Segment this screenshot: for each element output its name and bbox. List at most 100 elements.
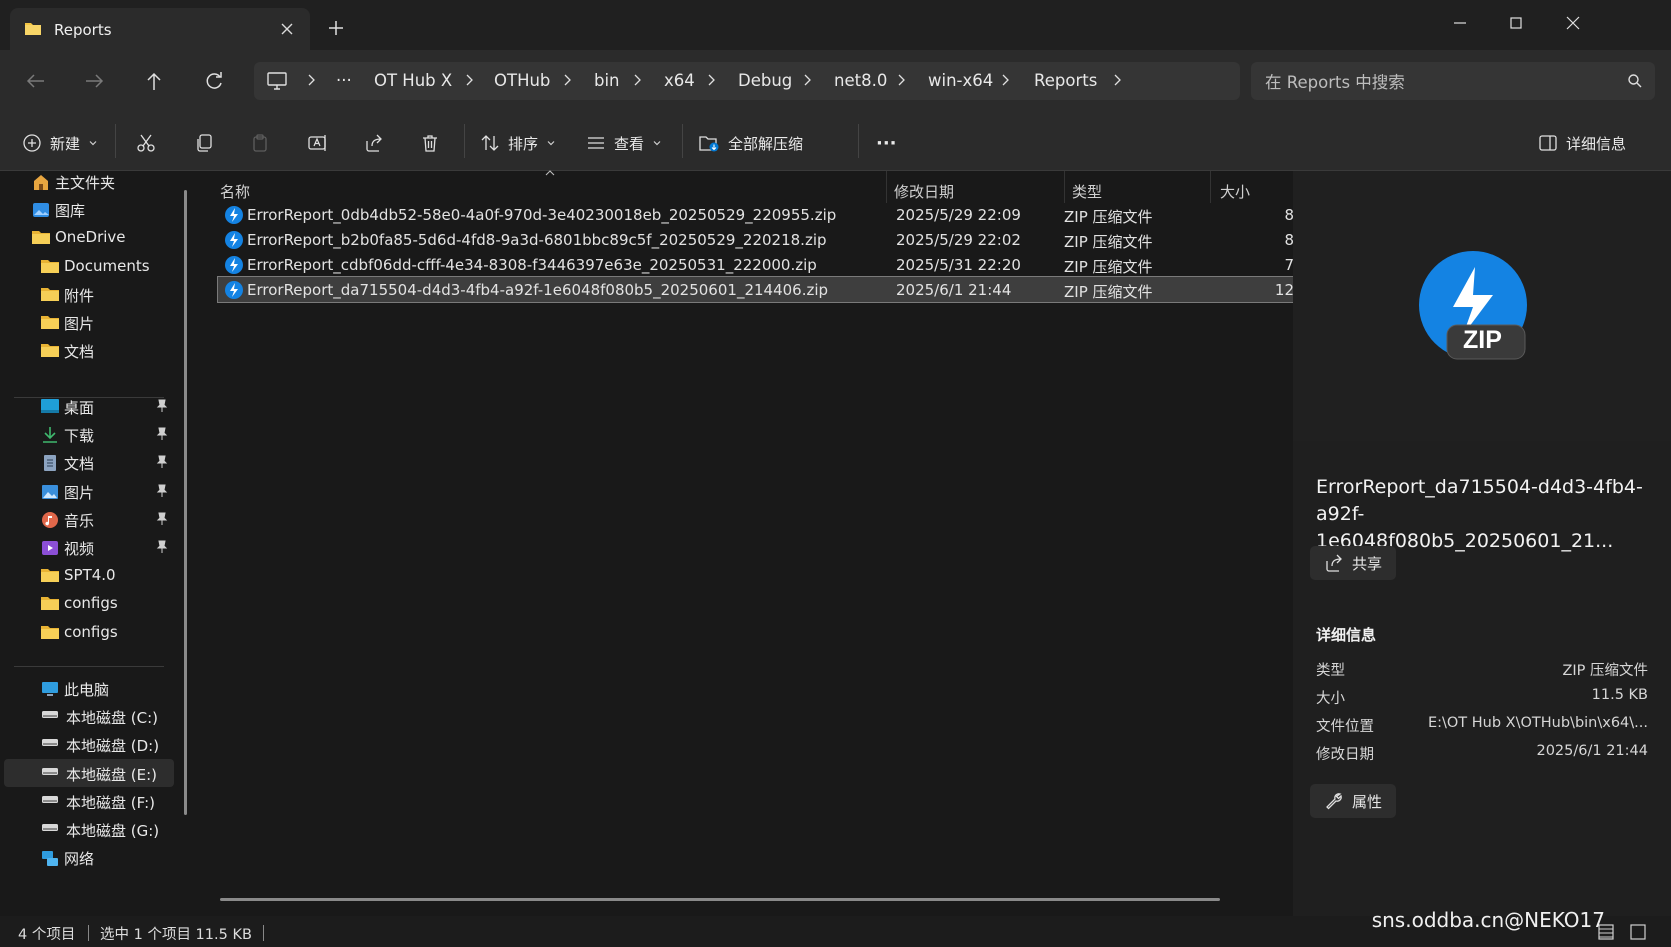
sidebar-item[interactable]: 文档 <box>0 336 176 364</box>
extract-all-button[interactable]: 全部解压缩 <box>698 128 803 158</box>
column-header-type[interactable]: 类型 <box>1072 181 1102 202</box>
breadcrumb-overflow[interactable]: ··· <box>336 71 352 90</box>
details-pane-button[interactable]: 详细信息 <box>1538 128 1626 158</box>
sort-button-label: 排序 <box>508 134 539 153</box>
sidebar-item[interactable]: 本地磁盘 (D:) <box>0 730 176 758</box>
more-options-button[interactable]: ··· <box>876 128 897 158</box>
minimize-icon[interactable] <box>1440 8 1480 38</box>
breadcrumb-item-current[interactable]: Reports <box>1034 71 1097 90</box>
up-arrow-icon[interactable] <box>136 64 172 98</box>
sidebar-item[interactable]: 图片 <box>0 308 176 336</box>
sidebar-item[interactable]: 本地磁盘 (E:) <box>4 758 174 787</box>
breadcrumb-item[interactable]: OTHub <box>494 71 550 90</box>
sort-ascending-icon <box>544 169 556 177</box>
sort-button[interactable]: 排序 <box>480 128 556 158</box>
horizontal-scrollbar[interactable] <box>220 898 1220 901</box>
pin-icon[interactable] <box>156 512 168 526</box>
sidebar-item[interactable]: 音乐 <box>0 505 176 533</box>
pictures-icon <box>40 482 58 500</box>
delete-button[interactable] <box>420 128 440 158</box>
address-bar[interactable]: ··· OT Hub X OTHub bin x64 Debug net8.0 … <box>254 62 1240 100</box>
chevron-right-icon[interactable] <box>560 71 574 89</box>
sidebar-item[interactable]: 本地磁盘 (C:) <box>0 702 176 730</box>
copy-icon <box>194 133 214 153</box>
breadcrumb-item[interactable]: win-x64 <box>928 71 993 90</box>
back-arrow-icon[interactable] <box>18 64 54 98</box>
search-box[interactable] <box>1251 62 1655 100</box>
chevron-right-icon[interactable] <box>1110 71 1124 89</box>
forward-arrow-icon[interactable] <box>76 64 112 98</box>
pin-icon[interactable] <box>156 484 168 498</box>
chevron-right-icon[interactable] <box>304 71 318 89</box>
sidebar-item-label: 本地磁盘 (E:) <box>66 765 158 784</box>
file-date: 2025/6/1 21:44 <box>896 281 1012 299</box>
chevron-right-icon[interactable] <box>462 71 476 89</box>
prop-key-size: 大小 <box>1316 691 1345 707</box>
chevron-right-icon[interactable] <box>704 71 718 89</box>
column-divider[interactable] <box>1210 171 1211 203</box>
sidebar-scrollbar[interactable] <box>184 190 187 815</box>
sidebar-item[interactable]: OneDrive <box>0 223 176 251</box>
column-header-name[interactable]: 名称 <box>220 181 250 202</box>
maximize-icon[interactable] <box>1496 8 1536 38</box>
close-icon[interactable] <box>274 16 300 42</box>
cut-button[interactable] <box>136 128 156 158</box>
sidebar-item[interactable]: configs <box>0 618 176 646</box>
tiles-view-icon[interactable] <box>1628 922 1648 942</box>
pin-icon[interactable] <box>156 427 168 441</box>
sidebar-item[interactable]: Documents <box>0 252 176 280</box>
breadcrumb-item[interactable]: Debug <box>738 71 792 90</box>
copy-button[interactable] <box>194 128 214 158</box>
rename-button[interactable] <box>307 128 329 158</box>
column-divider[interactable] <box>886 171 887 203</box>
sidebar-item[interactable]: 图库 <box>0 195 176 223</box>
pin-icon[interactable] <box>156 455 168 469</box>
refresh-icon[interactable] <box>196 64 232 98</box>
share-pane-button[interactable]: 共享 <box>1310 546 1397 580</box>
sidebar-item[interactable]: configs <box>0 589 176 617</box>
pin-icon[interactable] <box>156 540 168 554</box>
chevron-right-icon[interactable] <box>800 71 814 89</box>
column-header-size[interactable]: 大小 <box>1220 181 1250 202</box>
chevron-right-icon[interactable] <box>998 71 1012 89</box>
breadcrumb-item[interactable]: OT Hub X <box>374 71 452 90</box>
column-divider[interactable] <box>1064 171 1065 203</box>
tab-reports[interactable]: Reports <box>10 8 310 50</box>
breadcrumb-item[interactable]: x64 <box>664 71 695 90</box>
sidebar-item[interactable]: 网络 <box>0 843 176 871</box>
column-header-date[interactable]: 修改日期 <box>894 181 954 202</box>
sidebar-item[interactable]: 下载 <box>0 420 176 448</box>
item-count: 4 个项目 <box>18 927 76 943</box>
breadcrumb-item[interactable]: net8.0 <box>834 71 887 90</box>
sidebar-item[interactable]: 本地磁盘 (G:) <box>0 815 176 843</box>
new-button[interactable]: 新建 <box>22 128 98 158</box>
breadcrumb-item[interactable]: bin <box>594 71 620 90</box>
file-row[interactable]: ErrorReport_b2b0fa85-5d6d-4fd8-9a3d-6801… <box>218 227 1295 252</box>
search-input[interactable] <box>1263 66 1607 98</box>
drive-icon <box>40 707 58 725</box>
sidebar-item[interactable]: 主文件夹 <box>0 167 176 195</box>
file-row[interactable]: ErrorReport_cdbf06dd-cfff-4e34-8308-f344… <box>218 252 1295 277</box>
chevron-right-icon[interactable] <box>630 71 644 89</box>
close-window-icon[interactable] <box>1553 8 1593 38</box>
sidebar-item[interactable]: 视频 <box>0 533 176 561</box>
file-row[interactable]: ErrorReport_0db4db52-58e0-4a0f-970d-3e40… <box>218 202 1295 227</box>
sidebar-item[interactable]: 文档 <box>0 448 176 476</box>
computer-icon[interactable] <box>266 71 288 91</box>
sidebar-item[interactable]: 图片 <box>0 477 176 505</box>
sidebar-item[interactable]: 附件 <box>0 280 176 308</box>
plus-icon[interactable] <box>322 14 350 42</box>
sidebar-item[interactable]: 本地磁盘 (F:) <box>0 787 176 815</box>
sidebar-item[interactable]: SPT4.0 <box>0 561 176 589</box>
view-button[interactable]: 查看 <box>586 128 662 158</box>
search-icon[interactable] <box>1627 73 1643 89</box>
sidebar-item[interactable]: 此电脑 <box>0 674 176 702</box>
paste-button[interactable] <box>250 128 270 158</box>
share-button[interactable] <box>364 128 384 158</box>
chevron-right-icon[interactable] <box>894 71 908 89</box>
properties-button[interactable]: 属性 <box>1310 784 1397 818</box>
pin-icon[interactable] <box>156 399 168 413</box>
chevron-down-icon <box>652 138 662 148</box>
file-name: ErrorReport_0db4db52-58e0-4a0f-970d-3e40… <box>247 206 837 224</box>
file-row[interactable]: ErrorReport_da715504-d4d3-4fb4-a92f-1e60… <box>217 276 1296 303</box>
